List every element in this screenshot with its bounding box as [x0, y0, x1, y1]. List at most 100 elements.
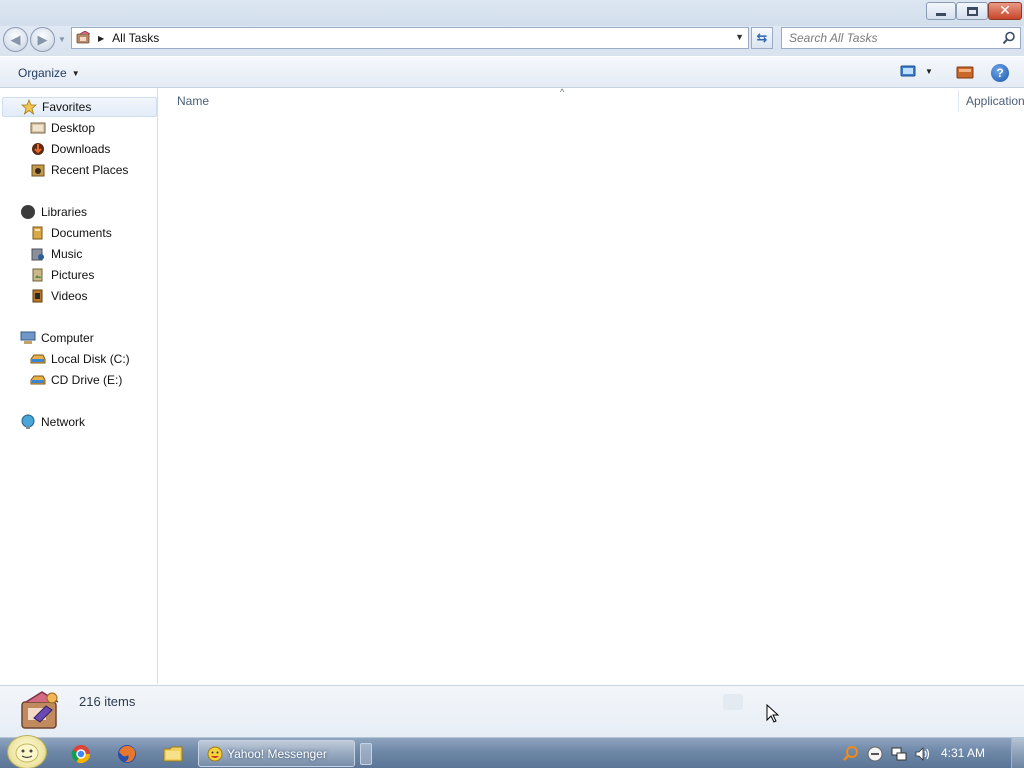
restore-icon	[966, 6, 978, 16]
nav-computer[interactable]: Computer	[20, 328, 94, 348]
search-input[interactable]	[789, 31, 989, 45]
messenger-tray-icon[interactable]	[866, 745, 884, 763]
nav-libraries[interactable]: Libraries	[20, 202, 87, 222]
sort-indicator-icon: ^	[560, 87, 565, 97]
cd-drive-icon	[30, 372, 46, 388]
system-clock[interactable]: 4:31 AM	[941, 746, 985, 760]
column-divider[interactable]	[958, 90, 959, 112]
item-count: 216 items	[79, 694, 136, 709]
column-header-name[interactable]: Name	[177, 94, 209, 108]
documents-icon	[30, 225, 46, 241]
view-options-chevron-icon[interactable]: ▼	[925, 67, 933, 76]
nav-local-disk-c-label: Local Disk (C:)	[51, 352, 130, 366]
navigation-pane: Favorites Desktop Downloads Recent Place…	[0, 88, 158, 684]
file-list[interactable]: ^ Name Application	[159, 87, 1024, 684]
help-icon: ?	[996, 66, 1004, 80]
breadcrumb-separator-icon[interactable]: ▶	[98, 34, 104, 43]
nav-music[interactable]: Music	[30, 244, 82, 264]
nav-computer-label: Computer	[41, 331, 94, 345]
nav-desktop[interactable]: Desktop	[30, 118, 95, 138]
network-icon	[20, 414, 36, 430]
preview-pane-icon[interactable]	[956, 66, 974, 79]
nav-videos-label: Videos	[51, 289, 88, 303]
nav-documents-label: Documents	[51, 226, 112, 240]
nav-pictures-label: Pictures	[51, 268, 95, 282]
downloads-icon	[30, 141, 46, 157]
nav-cd-drive-e[interactable]: CD Drive (E:)	[30, 370, 122, 390]
address-bar[interactable]: ▶ All Tasks ▼	[71, 27, 749, 49]
faint-status-area	[723, 694, 755, 710]
volume-icon[interactable]	[914, 745, 932, 763]
close-icon: ✕	[999, 3, 1011, 19]
nav-documents[interactable]: Documents	[30, 223, 112, 243]
title-bar: ✕	[0, 0, 1024, 26]
videos-icon	[30, 288, 46, 304]
yahoo-messenger-icon	[207, 746, 223, 761]
chevron-down-icon: ▼	[71, 68, 80, 78]
nav-cd-drive-e-label: CD Drive (E:)	[51, 373, 123, 387]
command-bar: Organize ▼ ▼ ?	[0, 56, 1024, 88]
nav-libraries-label: Libraries	[41, 205, 88, 219]
control-panel-large-icon	[21, 691, 59, 729]
close-button[interactable]: ✕	[988, 2, 1022, 20]
search-tray-icon[interactable]	[842, 745, 860, 763]
hard-drive-icon	[30, 351, 46, 367]
nav-downloads[interactable]: Downloads	[30, 139, 110, 159]
nav-favorites[interactable]: Favorites	[2, 97, 157, 117]
faint-status-box	[723, 694, 743, 710]
nav-recent-places-label: Recent Places	[51, 163, 129, 177]
nav-music-label: Music	[51, 247, 83, 261]
breadcrumb-current[interactable]: All Tasks	[112, 31, 159, 45]
nav-recent-places[interactable]: Recent Places	[30, 160, 128, 180]
nav-downloads-label: Downloads	[51, 142, 111, 156]
nav-pictures[interactable]: Pictures	[30, 265, 94, 285]
organize-label: Organize	[18, 66, 67, 80]
nav-network[interactable]: Network	[20, 412, 85, 432]
back-arrow-icon: ◀	[10, 31, 21, 47]
change-view-icon	[900, 65, 916, 77]
nav-videos[interactable]: Videos	[30, 286, 87, 306]
start-orb-icon	[15, 743, 39, 763]
minimize-icon	[936, 12, 946, 16]
refresh-button[interactable]: ⇆	[751, 27, 773, 49]
mouse-cursor-icon	[766, 704, 780, 723]
search-box[interactable]	[781, 27, 1021, 49]
computer-icon	[20, 330, 36, 346]
forward-button[interactable]: ▶	[30, 27, 55, 52]
recent-places-icon	[30, 162, 46, 178]
help-button[interactable]: ?	[991, 64, 1009, 82]
minimize-button[interactable]	[926, 2, 956, 20]
refresh-icon: ⇆	[756, 30, 768, 45]
details-pane: 216 items	[0, 685, 1024, 737]
recent-pages-dropdown[interactable]: ▼	[58, 35, 66, 44]
taskbar-yahoo-messenger[interactable]: Yahoo! Messenger	[198, 740, 355, 767]
nav-network-label: Network	[41, 415, 86, 429]
chrome-icon[interactable]	[70, 743, 92, 765]
show-desktop-button[interactable]	[1011, 738, 1024, 768]
address-dropdown-icon[interactable]: ▼	[735, 32, 744, 42]
taskbar-overflow-button[interactable]	[360, 743, 372, 765]
forward-arrow-icon: ▶	[37, 31, 48, 47]
pictures-icon	[30, 267, 46, 283]
nav-local-disk-c[interactable]: Local Disk (C:)	[30, 349, 130, 369]
restore-button[interactable]	[956, 2, 988, 20]
taskbar-yahoo-messenger-label: Yahoo! Messenger	[227, 746, 327, 761]
firefox-icon[interactable]	[116, 743, 138, 765]
change-view-button[interactable]: ▼	[900, 65, 933, 77]
taskbar: Yahoo! Messenger 4:31 AM	[0, 735, 1024, 768]
control-panel-icon	[76, 31, 91, 44]
desktop-icon	[30, 120, 46, 136]
folder-icon[interactable]	[162, 743, 184, 765]
address-row: ◀ ▶ ▼ ▶ All Tasks ▼ ⇆	[0, 26, 1024, 56]
music-icon	[30, 246, 46, 262]
libraries-icon	[20, 204, 36, 220]
column-header-application[interactable]: Application	[966, 94, 1024, 108]
start-button[interactable]	[7, 735, 47, 768]
search-icon[interactable]	[1002, 31, 1016, 45]
star-icon	[21, 99, 37, 115]
network-tray-icon[interactable]	[890, 745, 908, 763]
organize-menu-button[interactable]: Organize ▼	[10, 63, 88, 83]
nav-favorites-label: Favorites	[42, 100, 92, 114]
back-button[interactable]: ◀	[3, 27, 28, 52]
nav-desktop-label: Desktop	[51, 121, 96, 135]
